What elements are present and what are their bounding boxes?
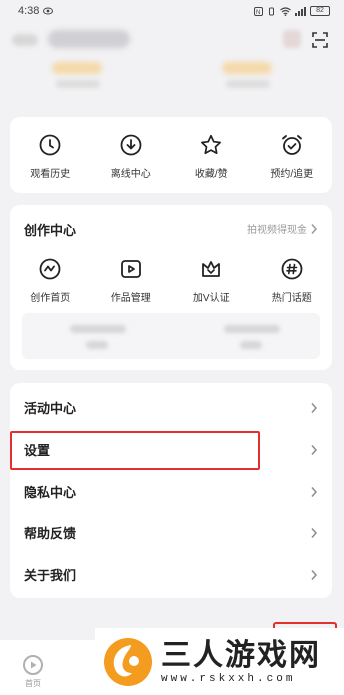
reservations-label: 预约/追更	[270, 169, 314, 180]
scan-icon[interactable]	[312, 32, 328, 48]
watermark-url: www.rskxxh.com	[161, 672, 296, 685]
hot-topics-button[interactable]: 热门话题	[252, 257, 333, 304]
offline-center-label: 离线中心	[110, 169, 151, 180]
profile-header	[0, 22, 344, 112]
watch-history-label: 观看历史	[30, 169, 71, 180]
creator-home-label: 创作首页	[30, 293, 71, 304]
chevron-right-icon	[311, 486, 318, 497]
shoot-video-link-label: 拍视频得现金	[247, 225, 307, 236]
stat-label-blurred	[86, 341, 108, 349]
creator-center-title: 创作中心	[24, 223, 77, 238]
status-time: 4:38	[18, 5, 40, 17]
reservations-button[interactable]: 预约/追更	[252, 133, 333, 180]
works-manage-button[interactable]: 作品管理	[91, 257, 172, 304]
menu-row-label: 设置	[24, 443, 51, 458]
status-bar: 4:38 N 82	[0, 0, 344, 22]
eye-icon	[43, 7, 54, 15]
watermark-title: 三人游戏网	[161, 637, 321, 673]
hashtag-icon	[281, 258, 303, 280]
menu-row-activity-center[interactable]: 活动中心	[10, 387, 332, 428]
wifi-icon	[280, 6, 291, 16]
watermark-logo-icon	[104, 637, 152, 686]
gift-icon[interactable]	[283, 30, 301, 48]
download-cloud-icon	[120, 134, 142, 156]
menu-row-label: 隐私中心	[24, 485, 77, 500]
creator-home-icon	[39, 258, 61, 280]
menu-row-label: 活动中心	[24, 401, 77, 416]
chevron-right-icon	[311, 223, 318, 234]
menu-row-help-feedback[interactable]: 帮助反馈	[10, 512, 332, 553]
signal-icon	[295, 6, 306, 16]
nfc-icon: N	[254, 6, 263, 16]
video-manage-icon	[120, 260, 141, 278]
star-icon	[201, 134, 222, 155]
verify-label: 加V认证	[192, 293, 230, 304]
menu-row-privacy-center[interactable]: 隐私中心	[10, 471, 332, 512]
hot-topics-label: 热门话题	[271, 293, 312, 304]
chevron-right-icon	[311, 402, 318, 413]
clock-icon	[39, 134, 61, 156]
verify-crown-icon	[202, 261, 221, 277]
nav-home-tab[interactable]: 首页	[14, 654, 52, 689]
cash-blurred	[222, 62, 272, 74]
offline-center-button[interactable]: 离线中心	[91, 133, 172, 180]
vibrate-icon	[269, 7, 274, 15]
menu-row-settings[interactable]: 设置	[10, 429, 332, 470]
watermark: 三人游戏网 www.rskxxh.com	[95, 628, 344, 695]
svg-text:N: N	[256, 10, 260, 16]
favorites-label: 收藏/赞	[194, 169, 228, 180]
alarm-clock-icon	[281, 135, 302, 155]
stat-value-blurred	[70, 325, 126, 333]
chevron-right-icon	[311, 527, 318, 538]
creator-home-button[interactable]: 创作首页	[10, 257, 91, 304]
stat-value-blurred	[224, 325, 280, 333]
menu-row-about-us[interactable]: 关于我们	[10, 554, 332, 595]
chevron-right-icon	[311, 569, 318, 580]
works-manage-label: 作品管理	[110, 293, 151, 304]
cash-subtext-blurred	[226, 80, 270, 88]
battery-icon: 82	[310, 6, 330, 16]
creator-stats-panel[interactable]	[22, 313, 320, 359]
favorites-button[interactable]: 收藏/赞	[171, 133, 252, 180]
coins-blurred	[52, 62, 102, 74]
shoot-video-link[interactable]: 拍视频得现金	[247, 221, 318, 236]
stat-label-blurred	[240, 341, 262, 349]
nav-home-label: 首页	[25, 679, 41, 688]
verify-button[interactable]: 加V认证	[171, 257, 252, 304]
menu-row-label: 帮助反馈	[24, 526, 77, 541]
back-button[interactable]	[12, 34, 38, 46]
creator-center-card: 创作中心 拍视频得现金 创作首页 作品管理 加V认证 热门话题	[10, 205, 332, 370]
home-play-icon	[23, 655, 43, 675]
watch-history-button[interactable]: 观看历史	[10, 133, 91, 180]
chevron-right-icon	[311, 444, 318, 455]
settings-menu-card: 活动中心 设置 隐私中心 帮助反馈 关于我们	[10, 383, 332, 598]
coins-subtext-blurred	[56, 80, 100, 88]
quick-actions-card: 观看历史 离线中心 收藏/赞 预约/追更	[10, 117, 332, 193]
user-name-blurred	[48, 30, 130, 48]
menu-row-label: 关于我们	[24, 568, 77, 583]
